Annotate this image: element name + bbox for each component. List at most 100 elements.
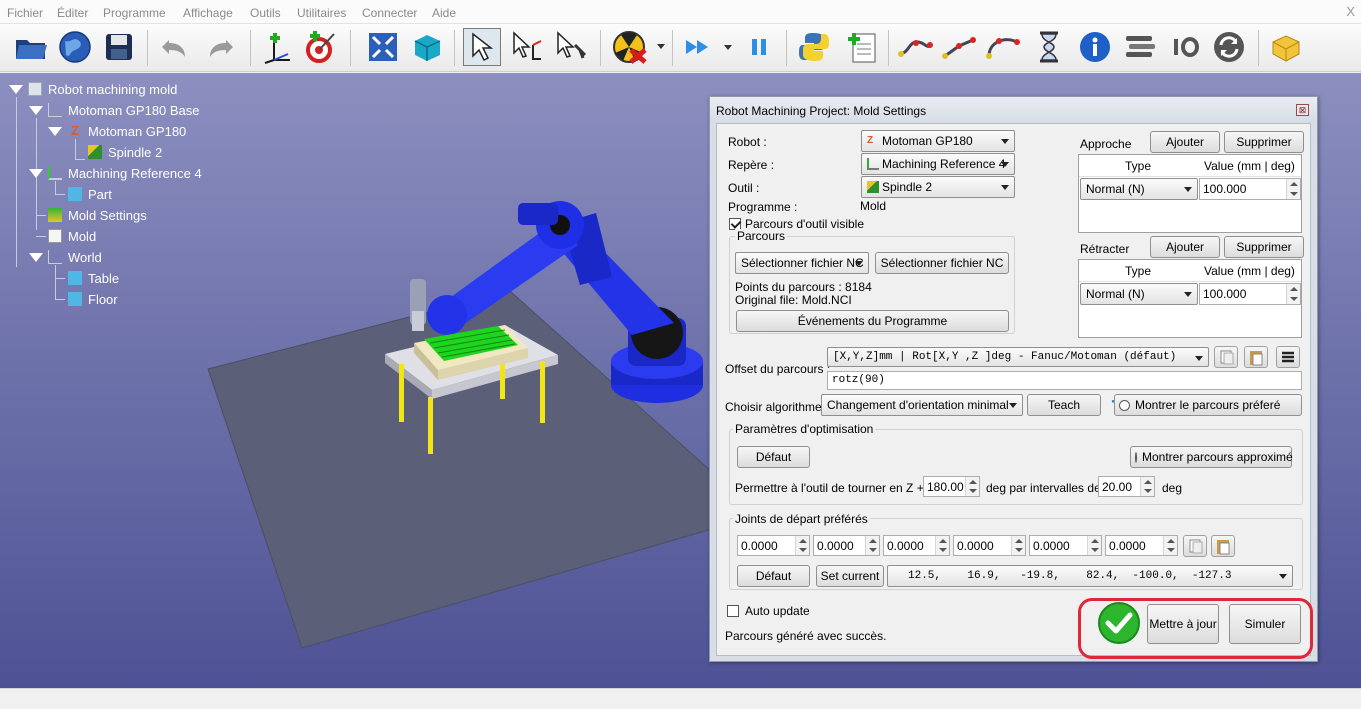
paste-icon[interactable]: [1244, 346, 1268, 368]
paste-joints-icon[interactable]: [1211, 535, 1235, 557]
station-icon: [28, 82, 42, 96]
optimization-default-button[interactable]: Défaut: [737, 446, 810, 468]
retract-type-select[interactable]: Normal (N): [1080, 283, 1198, 305]
menu-utilities[interactable]: Utilitaires: [297, 6, 346, 20]
program-list-icon[interactable]: [1121, 28, 1159, 66]
tree-item-label: Motoman GP180 Base: [68, 102, 200, 118]
joint-6-input[interactable]: 0.0000: [1105, 535, 1178, 556]
menu-help[interactable]: Aide: [432, 6, 456, 20]
menu-view[interactable]: Affichage: [183, 6, 233, 20]
approach-value-input[interactable]: 100.000: [1199, 178, 1301, 200]
sync-icon[interactable]: [1210, 28, 1248, 66]
select-icon[interactable]: [463, 28, 501, 66]
move-linear-icon[interactable]: [940, 28, 978, 66]
tree-item-table[interactable]: Table: [68, 268, 119, 288]
tree-item-world[interactable]: World: [48, 247, 102, 267]
tree-item-label: Machining Reference 4: [68, 165, 202, 181]
joint-4-input[interactable]: 0.0000: [953, 535, 1026, 556]
approach-type-select[interactable]: Normal (N): [1080, 178, 1198, 200]
frame-select[interactable]: Machining Reference 4: [861, 153, 1015, 175]
column-type: Type: [1125, 264, 1152, 278]
nc-file-select[interactable]: Sélectionner fichier NC: [735, 252, 869, 274]
tree-item-robot-base[interactable]: Motoman GP180 Base: [48, 100, 200, 120]
collision-icon[interactable]: [608, 28, 666, 66]
show-3d-box-icon[interactable]: [408, 28, 446, 66]
joint-2-input[interactable]: 0.0000: [813, 535, 880, 556]
interval-input[interactable]: 20.00: [1098, 476, 1155, 497]
tree-item-robot[interactable]: Z Motoman GP180: [68, 121, 186, 141]
joint-3-input[interactable]: 0.0000: [883, 535, 950, 556]
tree-item-floor[interactable]: Floor: [68, 289, 118, 309]
open-folder-icon[interactable]: [12, 28, 50, 66]
tool-select-value: Spindle 2: [882, 180, 933, 194]
tree-item-machining-reference[interactable]: Machining Reference 4: [48, 163, 202, 183]
retract-delete-button[interactable]: Supprimer: [1224, 236, 1304, 258]
retract-label: Rétracter: [1080, 242, 1130, 256]
tree-item-spindle[interactable]: Spindle 2: [88, 142, 162, 162]
approach-add-button[interactable]: Ajouter: [1150, 131, 1220, 153]
menu-tools[interactable]: Outils: [250, 6, 281, 20]
copy-joints-icon[interactable]: [1183, 535, 1207, 557]
fit-all-icon[interactable]: [364, 28, 402, 66]
tree-item-label: Spindle 2: [108, 144, 163, 160]
add-target-icon[interactable]: [300, 28, 338, 66]
show-preferred-path-button[interactable]: Montrer le parcours préferé: [1114, 394, 1302, 416]
pause-timer-icon[interactable]: [1030, 28, 1068, 66]
algorithm-value: Changement d'orientation minimal: [827, 398, 1009, 412]
approach-delete-button[interactable]: Supprimer: [1224, 131, 1304, 153]
joint-5-input[interactable]: 0.0000: [1029, 535, 1102, 556]
tool-select[interactable]: Spindle 2: [861, 176, 1015, 198]
select-nc-file-button[interactable]: Sélectionner fichier NC: [875, 252, 1009, 274]
teach-button[interactable]: Teach: [1027, 394, 1101, 416]
menu-program[interactable]: Programme: [103, 6, 166, 20]
show-approximate-path-button[interactable]: Montrer parcours approximé: [1130, 446, 1293, 468]
python-icon[interactable]: [795, 28, 833, 66]
offset-format-select[interactable]: [X,Y,Z]mm | Rot[X,Y ,Z ]deg - Fanuc/Moto…: [827, 347, 1209, 367]
run-program-icon[interactable]: [681, 28, 739, 66]
add-reference-frame-icon[interactable]: [258, 28, 296, 66]
tree-item-part[interactable]: Part: [68, 184, 112, 204]
globe-icon[interactable]: [56, 28, 94, 66]
joints-default-button[interactable]: Défaut: [737, 565, 810, 587]
undo-icon[interactable]: [156, 28, 194, 66]
robot-select[interactable]: Z Motoman GP180: [861, 130, 1015, 152]
tree-item-mold[interactable]: Mold: [48, 226, 96, 246]
info-icon[interactable]: [1076, 28, 1114, 66]
joint-1-input[interactable]: 0.0000: [737, 535, 810, 556]
move-circular-icon[interactable]: [984, 28, 1022, 66]
window-close-button[interactable]: X: [1346, 4, 1355, 19]
robot-select-value: Motoman GP180: [882, 134, 973, 148]
menu-edit[interactable]: Éditer: [57, 6, 88, 20]
save-icon[interactable]: [100, 28, 138, 66]
menu-icon[interactable]: [1276, 346, 1300, 368]
algorithm-select[interactable]: Changement d'orientation minimal: [821, 394, 1023, 416]
redo-icon[interactable]: [201, 28, 239, 66]
offset-value-input[interactable]: rotz(90): [827, 371, 1302, 390]
select-move-frame-icon[interactable]: [508, 28, 546, 66]
object-icon: [68, 187, 82, 201]
program-events-button[interactable]: Événements du Programme: [736, 310, 1009, 332]
joints-history-select[interactable]: 12.5, 16.9, -19.8, 82.4, -100.0, -127.3: [887, 565, 1293, 587]
path-points-text: Points du parcours : 8184: [735, 280, 872, 294]
interval-label: deg par intervalles de: [986, 481, 1101, 495]
set-current-button[interactable]: Set current: [816, 565, 884, 587]
dialog-close-button[interactable]: ⊠: [1296, 104, 1309, 116]
tree-item-label: Robot machining mold: [48, 81, 178, 97]
frame-label: Repère :: [728, 158, 775, 172]
retract-value-input[interactable]: 100.000: [1199, 283, 1301, 305]
menu-file[interactable]: Fichier: [7, 6, 43, 20]
package-icon[interactable]: [1267, 28, 1305, 66]
select-move-tool-icon[interactable]: [552, 28, 590, 66]
column-type: Type: [1125, 159, 1152, 173]
io-icon[interactable]: [1166, 28, 1204, 66]
retract-add-button[interactable]: Ajouter: [1150, 236, 1220, 258]
pause-icon[interactable]: [740, 28, 778, 66]
move-joint-icon[interactable]: [896, 28, 934, 66]
tree-item-mold-settings[interactable]: Mold Settings: [48, 205, 147, 225]
add-program-icon[interactable]: [843, 28, 881, 66]
menu-connect[interactable]: Connecter: [362, 6, 417, 20]
auto-update-checkbox[interactable]: Auto update: [727, 604, 810, 618]
tree-item-root[interactable]: Robot machining mold: [28, 79, 177, 99]
rotate-tool-input[interactable]: 180.00: [923, 476, 980, 497]
copy-icon[interactable]: [1214, 346, 1238, 368]
